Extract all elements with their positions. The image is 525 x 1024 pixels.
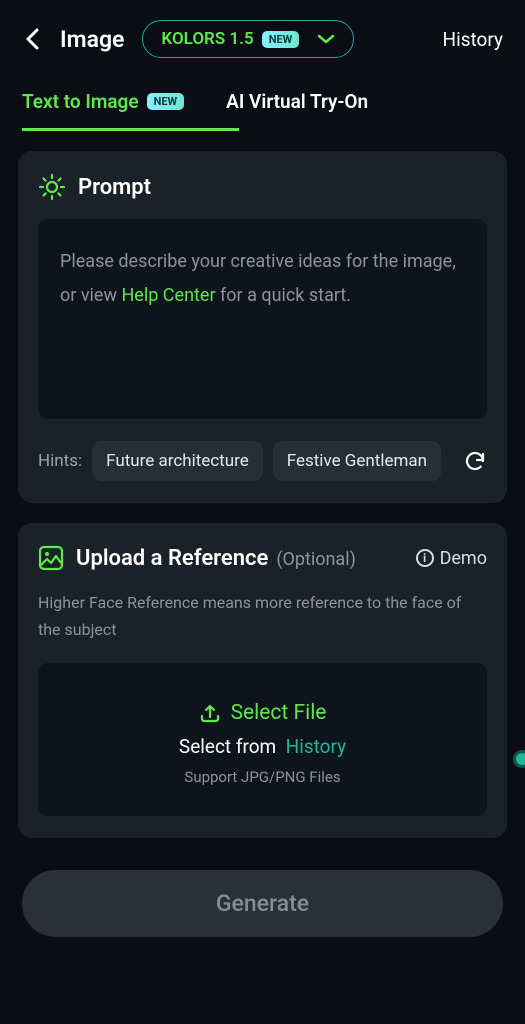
generate-button[interactable]: Generate [22, 870, 503, 937]
upload-description: Higher Face Reference means more referen… [38, 589, 487, 643]
tab-label: Text to Image [22, 90, 139, 113]
image-icon [38, 545, 64, 571]
upload-title: Upload a Reference (Optional) [76, 546, 356, 571]
hint-chip[interactable]: Future architecture [92, 441, 263, 481]
tab-virtual-tryon[interactable]: AI Virtual Try-On [226, 90, 368, 131]
tab-label: AI Virtual Try-On [226, 90, 368, 113]
hints-label: Hints: [38, 451, 82, 471]
history-link[interactable]: History [443, 28, 503, 51]
refresh-icon[interactable] [463, 449, 487, 473]
new-badge: NEW [262, 31, 300, 48]
prompt-input[interactable]: Please describe your creative ideas for … [38, 219, 487, 419]
select-from-history: Select from History [58, 735, 467, 758]
upload-icon [199, 702, 221, 724]
demo-label: Demo [440, 548, 487, 569]
upload-card: Upload a Reference (Optional) i Demo Hig… [18, 523, 507, 838]
optional-label: (Optional) [276, 549, 356, 570]
page-title: Image [60, 26, 124, 53]
floating-handle[interactable] [513, 750, 525, 768]
sun-icon [38, 173, 66, 201]
prompt-title: Prompt [78, 175, 151, 200]
support-text: Support JPG/PNG Files [58, 768, 467, 786]
history-link-inline[interactable]: History [286, 735, 346, 758]
select-file-label: Select File [231, 701, 327, 725]
tab-text-to-image[interactable]: Text to Image NEW [22, 90, 184, 131]
new-badge: NEW [147, 93, 185, 110]
model-name: KOLORS 1.5 [161, 29, 253, 49]
upload-dropzone[interactable]: Select File Select from History Support … [38, 663, 487, 816]
placeholder-text: for a quick start. [216, 285, 352, 306]
help-center-link[interactable]: Help Center [121, 285, 215, 306]
demo-button[interactable]: i Demo [416, 548, 487, 569]
info-icon: i [416, 549, 434, 567]
select-file-button[interactable]: Select File [58, 701, 467, 725]
hint-chip[interactable]: Festive Gentleman [273, 441, 441, 481]
model-selector[interactable]: KOLORS 1.5 NEW [142, 20, 354, 58]
chevron-down-icon [317, 34, 335, 44]
prompt-card: Prompt Please describe your creative ide… [18, 151, 507, 503]
back-icon[interactable] [22, 29, 42, 49]
